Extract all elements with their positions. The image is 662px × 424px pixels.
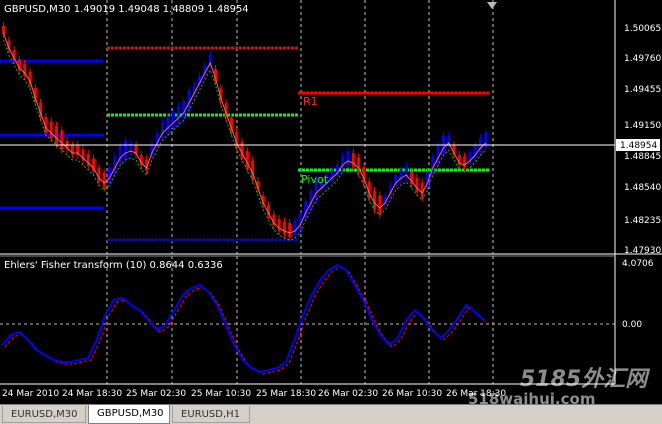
current-price-label: 1.48954: [620, 141, 657, 151]
chart-area[interactable]: GBPUSD,M30 1.49019 1.49048 1.48809 1.489…: [0, 0, 662, 404]
price-axis-label: 1.48235: [624, 216, 661, 226]
chart-header: GBPUSD,M30 1.49019 1.49048 1.48809 1.489…: [4, 4, 249, 15]
time-axis-label: 25 Mar 10:30: [191, 389, 251, 399]
indicator-header: Ehlers' Fisher transform (10) 0.8644 0.6…: [4, 260, 223, 271]
price-axis-label: 1.49455: [624, 85, 661, 95]
time-axis-label: 24 Mar 18:30: [62, 389, 122, 399]
watermark-cn: 5185外汇网: [520, 367, 650, 392]
price-axis-label: 1.50065: [624, 24, 661, 34]
time-axis-label: 24 Mar 2010: [2, 389, 59, 399]
chart-tab-bar: EURUSD,M30 GBPUSD,M30 EURUSD,H1: [0, 404, 662, 424]
price-axis-label: 1.48845: [624, 152, 661, 162]
indicator-axis-label: 4.0706: [622, 259, 654, 269]
watermark-url: 518waihui.com: [468, 390, 595, 404]
tab-eurusd-m30[interactable]: EURUSD,M30: [2, 406, 86, 423]
tab-gbpusd-m30[interactable]: GBPUSD,M30: [88, 405, 170, 424]
price-axis-label: 1.49760: [624, 54, 661, 64]
time-axis-label: 25 Mar 02:30: [126, 389, 186, 399]
r1-label: R1: [303, 95, 318, 108]
indicator-axis-label: 0.00: [622, 320, 642, 330]
time-axis-label: 26 Mar 02:30: [318, 389, 378, 399]
price-axis-label: 1.48540: [624, 183, 661, 193]
tab-eurusd-h1[interactable]: EURUSD,H1: [172, 406, 250, 423]
pivot-label: Pivot: [301, 173, 329, 186]
time-axis-label: 25 Mar 18:30: [256, 389, 316, 399]
price-axis-label: 1.47930: [624, 246, 661, 256]
time-axis-label: 26 Mar 10:30: [382, 389, 442, 399]
price-axis-label: 1.49150: [624, 121, 661, 131]
